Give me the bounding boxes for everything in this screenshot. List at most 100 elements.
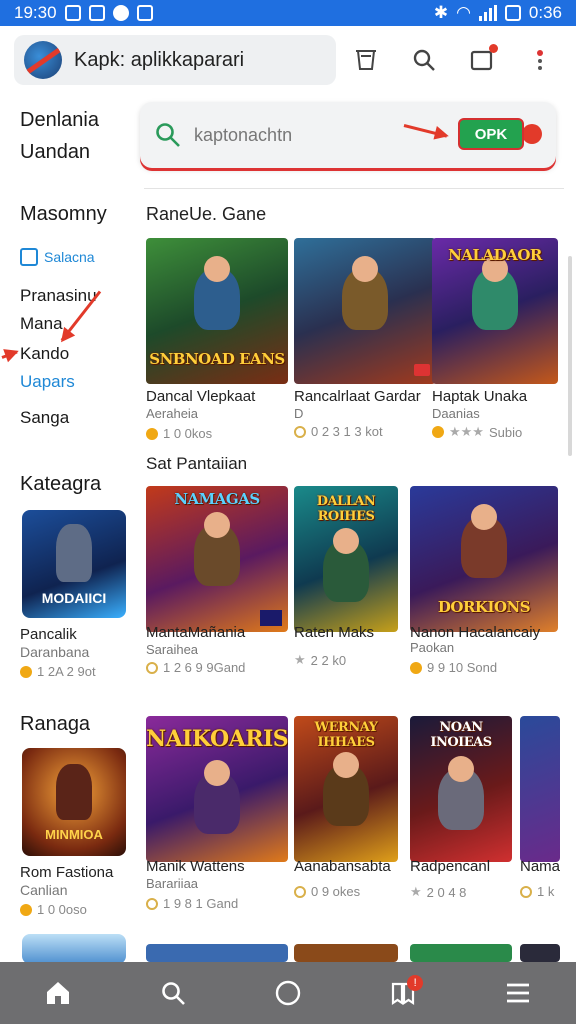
category-sub: Canlian	[20, 882, 68, 898]
category-name: Pancalik	[20, 626, 77, 643]
coin-icon	[432, 426, 444, 438]
category-card[interactable]: MINMIOA	[22, 748, 126, 856]
game-card[interactable]: NOAN INOIEAS	[410, 716, 512, 862]
divider	[144, 188, 564, 189]
sidebar-item-saved[interactable]: Salacna	[20, 248, 95, 266]
sidebar-section-heading: Masomny	[20, 203, 107, 225]
search-icon	[156, 123, 180, 147]
sidebar-item[interactable]: Uapars	[20, 372, 75, 392]
character-head	[352, 256, 378, 282]
app-logo-icon	[24, 41, 62, 79]
game-card[interactable]: SNBNOAD EANS	[146, 238, 288, 384]
app-bar: Kapk: aplikkaparari	[0, 26, 576, 94]
rating-icon	[294, 885, 306, 898]
game-name[interactable]: Radpencanl	[410, 858, 490, 875]
check-icon	[136, 5, 153, 21]
rating-icon	[294, 425, 306, 438]
scrollbar[interactable]	[568, 256, 572, 456]
sidebar-item[interactable]: Pranasinu	[20, 286, 97, 306]
sidebar-item[interactable]: Mana	[20, 314, 63, 334]
saved-icon	[20, 248, 38, 266]
game-card[interactable]: NAIKOARIS	[146, 716, 288, 862]
category-name: Rom Fastiona	[20, 864, 114, 881]
category-meta: 1 2A 2 9ot	[20, 664, 96, 679]
game-name[interactable]: Dancal Vlepkaat	[146, 388, 255, 405]
game-card[interactable]	[520, 944, 560, 962]
search-input[interactable]: kaptonachtn	[194, 125, 292, 146]
game-developer: Saraihea	[146, 642, 199, 657]
wifi-icon: ◠	[456, 3, 471, 22]
notification-badge: !	[407, 975, 424, 991]
sidebar-section-heading: Kateagra	[20, 473, 102, 495]
store-icon[interactable]	[350, 44, 382, 76]
gallery-icon	[88, 5, 105, 21]
game-art-title: DORKIONS	[437, 598, 531, 616]
game-meta: 0 9 okes	[294, 884, 360, 899]
game-name[interactable]: MantaMañania	[146, 624, 245, 641]
game-developer: Aeraheia	[146, 406, 199, 421]
section-title: Sat Pantaiian	[146, 454, 248, 473]
meta-text: 9 9 10 Sond	[427, 660, 498, 675]
game-name[interactable]: Rancalrlaat Gardar	[294, 388, 421, 405]
sidebar-item[interactable]: Sanga	[20, 408, 69, 428]
game-art-title: WERNAY IHHAES	[314, 720, 378, 750]
game-card[interactable]	[146, 944, 288, 962]
search-icon[interactable]	[408, 44, 440, 76]
bookmarks-icon[interactable]: !	[383, 973, 424, 1013]
meta-text: 1 2A 2 9ot	[37, 664, 96, 679]
menu-icon[interactable]	[498, 973, 538, 1013]
go-button[interactable]: OPK	[458, 118, 524, 150]
meta-text: 1 k	[537, 884, 555, 899]
notifications-icon[interactable]	[466, 44, 498, 76]
game-card[interactable]	[520, 716, 560, 862]
game-meta: 1 2 6 9 9Gand	[146, 660, 245, 675]
game-card[interactable]: NAMAGAS	[146, 486, 288, 632]
star-icon: ★	[294, 652, 306, 667]
rating-icon	[520, 885, 532, 898]
meta-text: 2 0 4 8	[426, 884, 467, 900]
character-head	[333, 752, 359, 778]
meta-text: 0 9 okes	[311, 884, 361, 899]
star-rating-icon: ★★★	[449, 424, 484, 439]
game-name[interactable]: Aanabansabta	[294, 858, 391, 875]
app-title: Kapk: aplikkaparari	[74, 48, 245, 71]
game-name[interactable]: Manik Wattens	[146, 858, 245, 875]
character-head	[448, 756, 474, 782]
go-button-dot	[522, 124, 542, 144]
category-card[interactable]	[22, 934, 126, 964]
game-name[interactable]: Raten Maks	[294, 624, 374, 641]
game-card[interactable]: DALLAN ROIHES	[294, 486, 398, 632]
home-icon[interactable]	[38, 973, 78, 1013]
game-card[interactable]: WERNAY IHHAES	[294, 716, 398, 862]
game-card[interactable]: DORKIONS	[410, 486, 558, 632]
game-card[interactable]	[410, 944, 512, 962]
character-head	[471, 504, 497, 530]
search-icon[interactable]	[153, 973, 193, 1013]
rating-icon	[146, 897, 158, 910]
card-art-title: MODAIICI	[41, 590, 107, 606]
category-card[interactable]: MODAIICI	[22, 510, 126, 618]
game-card[interactable]	[294, 944, 398, 962]
game-card[interactable]: NALADAOR	[432, 238, 558, 384]
game-developer: D	[294, 406, 304, 421]
circle-icon[interactable]	[268, 973, 308, 1013]
game-meta: 1 0 0kos	[146, 426, 212, 441]
status-time: 19:30	[14, 3, 57, 22]
sidebar-section-heading: Ranaga	[20, 713, 91, 735]
sidebar-item[interactable]: Kando	[20, 344, 69, 364]
meta-text: 1 9 8 1 Gand	[163, 896, 239, 911]
meta-text: 1 0 0oso	[37, 902, 87, 917]
game-developer: Paokan	[410, 640, 455, 655]
game-meta: 1 k	[520, 884, 554, 899]
game-meta: 9 9 10 Sond	[410, 660, 497, 675]
sidebar-item-label: Salacna	[44, 249, 95, 265]
more-options-icon[interactable]	[524, 44, 556, 76]
game-name[interactable]: Haptak Unaka	[432, 388, 527, 405]
game-name[interactable]: Nama	[520, 858, 560, 875]
search-bar[interactable]: kaptonachtn OPK	[140, 102, 556, 168]
coin-icon	[20, 903, 32, 916]
coin-icon	[20, 665, 32, 678]
app-title-bar[interactable]: Kapk: aplikkaparari	[14, 35, 336, 85]
game-card[interactable]	[294, 238, 436, 384]
game-name[interactable]: Nanon Hacalancaiy	[410, 624, 540, 641]
